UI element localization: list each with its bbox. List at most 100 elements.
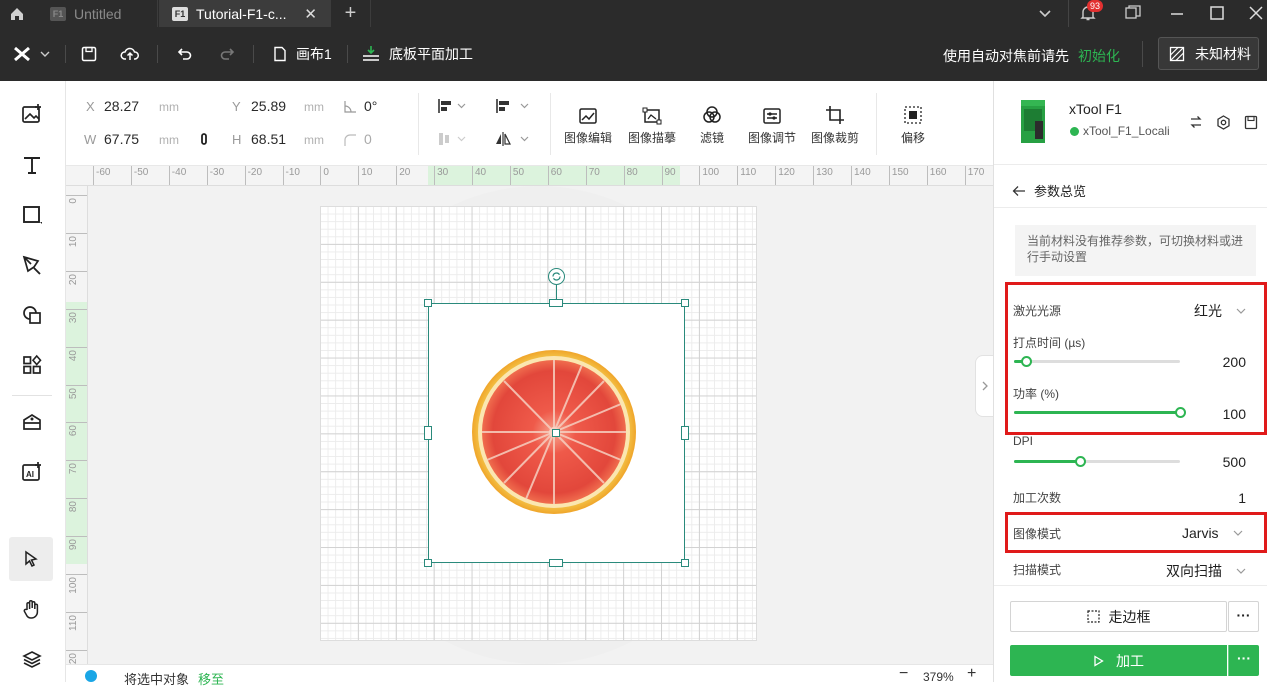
offset-button[interactable]: 偏移 [885, 101, 941, 149]
bell-icon[interactable]: 93 [1078, 0, 1104, 25]
processing-mode-selector[interactable]: 底板平面加工 [361, 44, 473, 64]
layers-icon[interactable] [19, 646, 45, 672]
close-tab-icon[interactable]: ✕ [304, 5, 317, 23]
select-tool-button[interactable] [9, 537, 53, 581]
center-handle[interactable] [552, 429, 560, 437]
ruler-tick [926, 166, 928, 185]
x-input[interactable]: 28.27 [104, 98, 139, 114]
material-library-icon[interactable] [19, 409, 45, 435]
back-to-overview[interactable]: 参数总览 [1012, 181, 1086, 200]
distribute-icon[interactable] [495, 98, 531, 114]
collapse-panel-button[interactable] [975, 355, 993, 417]
minimize-icon[interactable] [1168, 5, 1186, 23]
elements-library-icon[interactable] [19, 302, 45, 328]
main-toolbar: 画布1 底板平面加工 使用自动对焦前请先 初始化 未知材料 [0, 27, 1267, 81]
chevron-down-icon [1236, 568, 1246, 574]
resize-handle-s[interactable] [549, 559, 563, 567]
switch-device-icon[interactable] [1189, 115, 1203, 129]
property-bar: X 28.27 mm Y 25.89 mm 0° W 67.75 mm H 68… [66, 81, 993, 166]
frame-more-button[interactable]: ··· [1228, 601, 1259, 632]
zoom-in-button[interactable]: + [967, 665, 976, 683]
process-button[interactable]: 加工 [1010, 645, 1227, 676]
hand-pan-icon[interactable] [19, 596, 45, 622]
undo-icon[interactable] [174, 44, 194, 64]
image-edit-button[interactable]: 图像编辑 [560, 101, 616, 149]
image-trace-button[interactable]: 图像描摹 [624, 101, 680, 149]
tab-tutorial[interactable]: F1 Tutorial-F1-c... ✕ [159, 0, 331, 27]
ai-image-icon[interactable]: AI [19, 459, 45, 485]
h-input[interactable]: 68.51 [251, 131, 286, 147]
window-tile-icon[interactable] [1124, 4, 1142, 22]
dpi-slider-knob[interactable] [1075, 456, 1087, 467]
text-tool-icon[interactable] [19, 152, 45, 178]
ruler-tick [66, 384, 87, 386]
close-window-icon[interactable] [1247, 4, 1265, 22]
ruler-tick [244, 166, 246, 185]
flip-icon[interactable] [495, 131, 531, 147]
resize-handle-w[interactable] [424, 426, 432, 440]
add-image-icon[interactable] [19, 101, 45, 127]
tab-untitled[interactable]: F1 Untitled [36, 0, 158, 27]
cloud-upload-icon[interactable] [120, 44, 140, 64]
ruler-tick-label: 90 [664, 167, 676, 178]
maximize-icon[interactable] [1208, 4, 1226, 22]
chevron-down-icon[interactable] [37, 44, 53, 64]
ruler-tick [472, 166, 473, 185]
scan-mode-select[interactable]: 双向扫描 [1166, 561, 1246, 581]
resize-handle-sw[interactable] [424, 559, 432, 567]
dpi-slider[interactable] [1014, 456, 1180, 467]
h-label: H [232, 132, 242, 147]
ruler-tick [66, 460, 87, 462]
lock-ratio-icon[interactable] [197, 131, 211, 147]
status-bar: 将选中对象 移至 − 379% + [66, 664, 993, 687]
settings-icon[interactable] [1216, 115, 1231, 130]
move-to-link[interactable]: 移至 [198, 669, 224, 688]
redo-icon[interactable] [218, 44, 238, 64]
ruler-tick-label: 90 [68, 539, 79, 551]
image-crop-label: 图像裁剪 [810, 131, 859, 145]
rotate-handle-icon[interactable] [548, 268, 565, 285]
zoom-out-button[interactable]: − [899, 665, 908, 683]
ruler-tick-label: 60 [68, 425, 79, 437]
home-icon[interactable] [0, 0, 34, 27]
divider [418, 93, 419, 155]
process-more-button[interactable]: ··· [1228, 645, 1259, 676]
pen-tool-icon[interactable] [19, 252, 45, 278]
y-label: Y [232, 99, 241, 114]
apps-grid-icon[interactable] [19, 352, 45, 378]
passes-value[interactable]: 1 [1238, 490, 1246, 506]
info-dot-icon [85, 670, 97, 682]
resize-handle-se[interactable] [681, 559, 689, 567]
resize-handle-ne[interactable] [681, 299, 689, 307]
frame-button[interactable]: 走边框 [1010, 601, 1227, 632]
file-icon: F1 [50, 6, 66, 21]
dpi-value[interactable]: 500 [1223, 454, 1246, 470]
arrange-icon[interactable] [437, 131, 469, 147]
flat-base-icon [363, 46, 379, 61]
xtool-logo-icon[interactable] [12, 44, 32, 64]
save-icon[interactable] [79, 44, 99, 64]
resize-handle-e[interactable] [681, 426, 689, 440]
ruler-tick-label: 80 [68, 501, 79, 513]
resize-handle-n[interactable] [549, 299, 563, 307]
resize-handle-nw[interactable] [424, 299, 432, 307]
file-icon: F1 [172, 6, 188, 21]
vertical-ruler: 0 10 20 30 40 50 60 70 80 90 100 110 120 [66, 186, 88, 669]
image-crop-button[interactable]: 图像裁剪 [807, 101, 863, 149]
align-icon[interactable] [437, 98, 469, 114]
corner-radius-input[interactable]: 0 [364, 131, 372, 147]
w-input[interactable]: 67.75 [104, 131, 139, 147]
canvas-selector[interactable]: 画布1 [273, 44, 332, 64]
chevron-down-icon[interactable] [1035, 3, 1055, 23]
shape-tool-icon[interactable] [19, 202, 45, 228]
angle-input[interactable]: 0° [364, 98, 377, 114]
image-adjust-button[interactable]: 图像调节 [744, 101, 800, 149]
material-button[interactable]: 未知材料 [1158, 37, 1259, 70]
x-unit: mm [159, 100, 179, 114]
new-tab-button[interactable]: + [331, 0, 371, 27]
save-params-icon[interactable] [1244, 115, 1258, 130]
process-label: 加工 [1116, 652, 1144, 669]
initialize-link[interactable]: 初始化 [1078, 46, 1120, 66]
filter-button[interactable]: 滤镜 [684, 101, 740, 149]
y-input[interactable]: 25.89 [251, 98, 286, 114]
